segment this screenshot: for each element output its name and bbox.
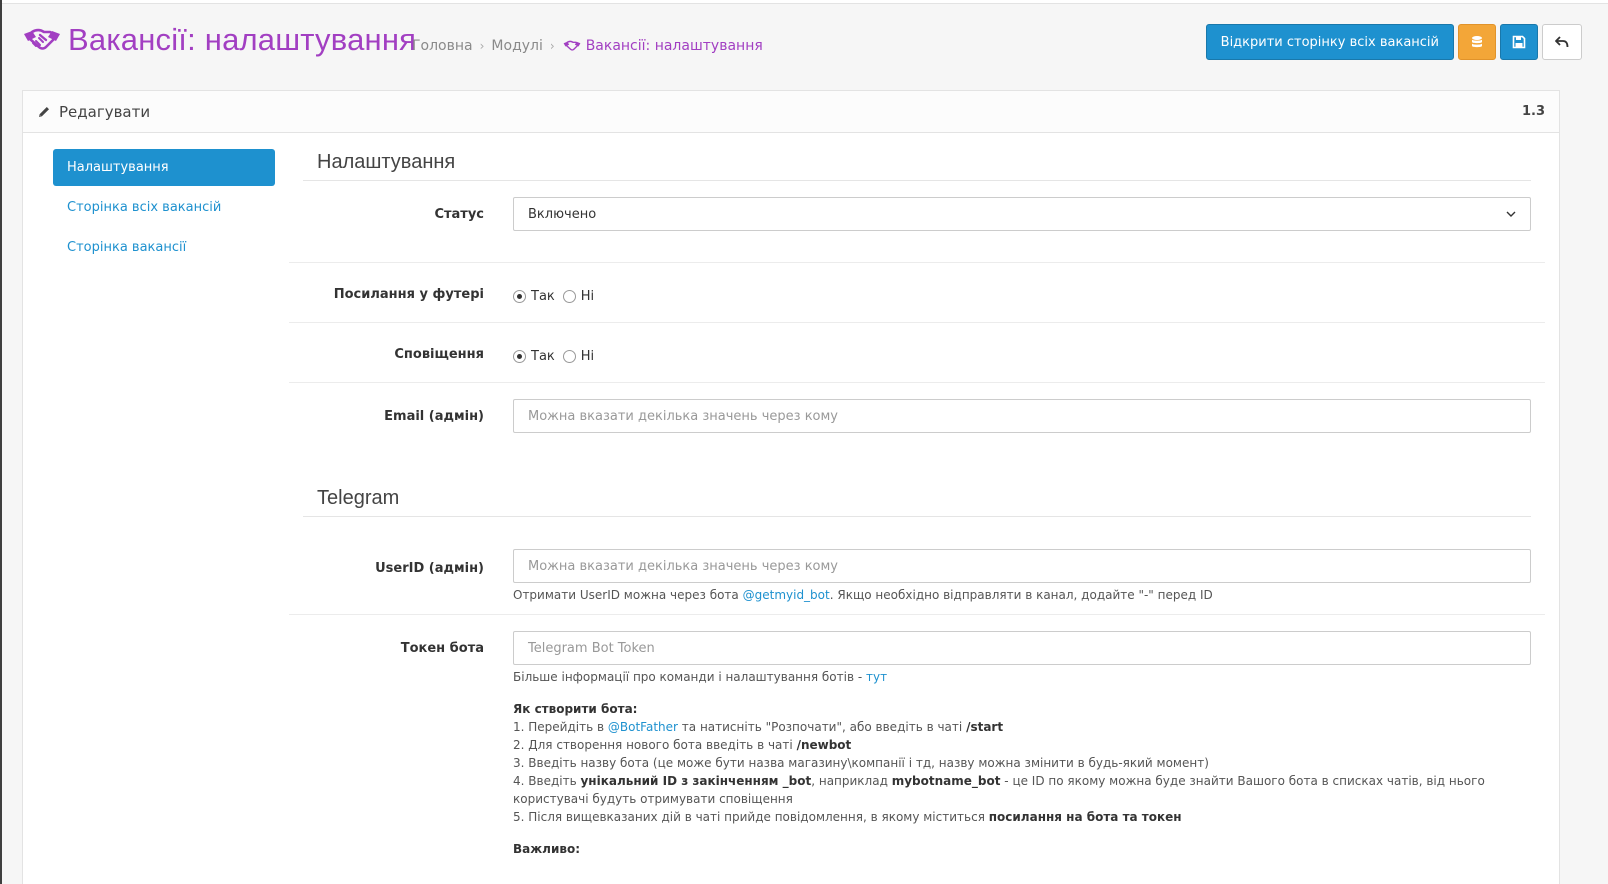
howto-step-2: 2. Для створення нового бота введіть в ч… <box>513 738 852 752</box>
notifications-yes-label[interactable]: Так <box>531 349 555 364</box>
back-button[interactable] <box>1542 24 1582 60</box>
database-icon <box>1472 36 1482 48</box>
left-edge <box>0 0 2 884</box>
save-icon <box>1512 35 1526 49</box>
howto-step-5: 5. Після вищевказаних дій в чаті прийде … <box>513 810 1182 824</box>
handshake-icon <box>22 25 62 55</box>
reply-icon <box>1555 36 1569 48</box>
status-label: Статус <box>434 207 484 222</box>
howto-step-3: 3. Введіть назву бота (це може бути назв… <box>513 756 1209 770</box>
top-strip <box>0 0 1608 4</box>
important-title: Важливо: <box>513 842 581 856</box>
status-row: Статус Включено <box>289 181 1545 263</box>
footer-link-yes-label[interactable]: Так <box>531 289 555 304</box>
telegram-legend: Telegram <box>303 485 1531 517</box>
page-header: Вакансії: налаштування Головна › Модулі … <box>22 20 1602 66</box>
database-button[interactable] <box>1458 24 1496 60</box>
breadcrumb-separator: › <box>549 39 555 53</box>
admin-email-input[interactable]: Можна вказати декілька значень через ком… <box>513 399 1531 433</box>
telegram-token-help: Більше інформації про команди і налаштув… <box>513 668 1531 858</box>
page-title: Вакансії: налаштування <box>68 22 417 57</box>
breadcrumb-current[interactable]: Вакансії: налаштування <box>562 38 763 54</box>
telegram-userid-input[interactable]: Можна вказати декілька значень через ком… <box>513 549 1531 583</box>
page-title-wrap: Вакансії: налаштування <box>22 22 416 58</box>
notifications-yes-radio[interactable] <box>513 350 526 363</box>
sidenav-item-vacancy-page[interactable]: Сторінка вакансії <box>53 229 275 266</box>
footer-link-no-radio[interactable] <box>562 290 576 303</box>
telegram-userid-label: UserID (адмін) <box>375 561 484 576</box>
open-all-vacancies-button[interactable]: Відкрити сторінку всіх вакансій <box>1205 24 1454 60</box>
howto-create-bot: Як створити бота: 1. Перейдіть в @BotFat… <box>513 700 1531 826</box>
notifications-row: Сповіщення Так Ні <box>289 323 1545 383</box>
notifications-no-label[interactable]: Ні <box>581 349 594 364</box>
pencil-icon <box>39 106 49 117</box>
status-select[interactable]: Включено <box>513 197 1531 231</box>
breadcrumb: Головна › Модулі › Вакансії: налаштуванн… <box>412 38 763 54</box>
bots-info-link[interactable]: тут <box>866 670 887 684</box>
chevron-down-icon <box>1506 211 1516 217</box>
panel-heading: Редагувати 1.3 <box>23 91 1559 133</box>
admin-email-label: Email (адмін) <box>384 409 484 424</box>
getmyid-bot-link[interactable]: @getmyid_bot <box>743 588 830 602</box>
howto-title: Як створити бота: <box>513 702 638 716</box>
howto-step-4: 4. Введіть унікальний ID з закінченням _… <box>513 774 1485 806</box>
sidenav-item-settings[interactable]: Налаштування <box>53 149 275 186</box>
botfather-link[interactable]: @BotFather <box>608 720 678 734</box>
howto-step-1: 1. Перейдіть в @BotFather та натисніть "… <box>513 720 1004 734</box>
breadcrumb-home[interactable]: Головна <box>412 38 473 54</box>
module-version: 1.3 <box>1521 104 1545 119</box>
important-note: Важливо: <box>513 840 1531 858</box>
settings-legend: Налаштування <box>303 149 1531 181</box>
telegram-userid-help: Отримати UserID можна через бота @getmyi… <box>513 588 1213 602</box>
telegram-token-input[interactable]: Telegram Bot Token <box>513 631 1531 665</box>
breadcrumb-current-label: Вакансії: налаштування <box>585 38 763 54</box>
footer-link-label: Посилання у футері <box>333 287 484 302</box>
notifications-radio-group: Так Ні <box>513 349 1531 364</box>
sidenav-item-all-vacancies-page[interactable]: Сторінка всіх вакансій <box>53 189 275 226</box>
footer-link-radio-group: Так Ні <box>513 289 1531 304</box>
telegram-token-label: Токен бота <box>400 641 484 656</box>
footer-link-yes-radio[interactable] <box>513 290 526 303</box>
header-actions: Відкрити сторінку всіх вакансій <box>1205 24 1582 60</box>
settings-sidenav: Налаштування Сторінка всіх вакансій Стор… <box>53 149 275 269</box>
footer-link-no-label[interactable]: Ні <box>581 289 594 304</box>
handshake-icon <box>563 40 581 51</box>
notifications-no-radio[interactable] <box>562 350 576 363</box>
telegram-token-row: Токен бота Telegram Bot Token Більше інф… <box>289 615 1545 884</box>
admin-email-row: Email (адмін) Можна вказати декілька зна… <box>289 383 1545 473</box>
footer-link-row: Посилання у футері Так Ні <box>289 263 1545 323</box>
breadcrumb-modules[interactable]: Модулі <box>491 38 542 54</box>
breadcrumb-separator: › <box>479 39 485 53</box>
edit-panel: Редагувати 1.3 Налаштування Сторінка всі… <box>22 90 1560 884</box>
settings-content: Налаштування Статус Включено Посилання у… <box>289 149 1545 884</box>
status-select-value: Включено <box>528 206 597 222</box>
save-button[interactable] <box>1500 24 1538 60</box>
telegram-userid-row: UserID (адмін) Можна вказати декілька зн… <box>289 517 1545 615</box>
notifications-label: Сповіщення <box>394 347 484 362</box>
panel-title: Редагувати <box>59 102 151 121</box>
